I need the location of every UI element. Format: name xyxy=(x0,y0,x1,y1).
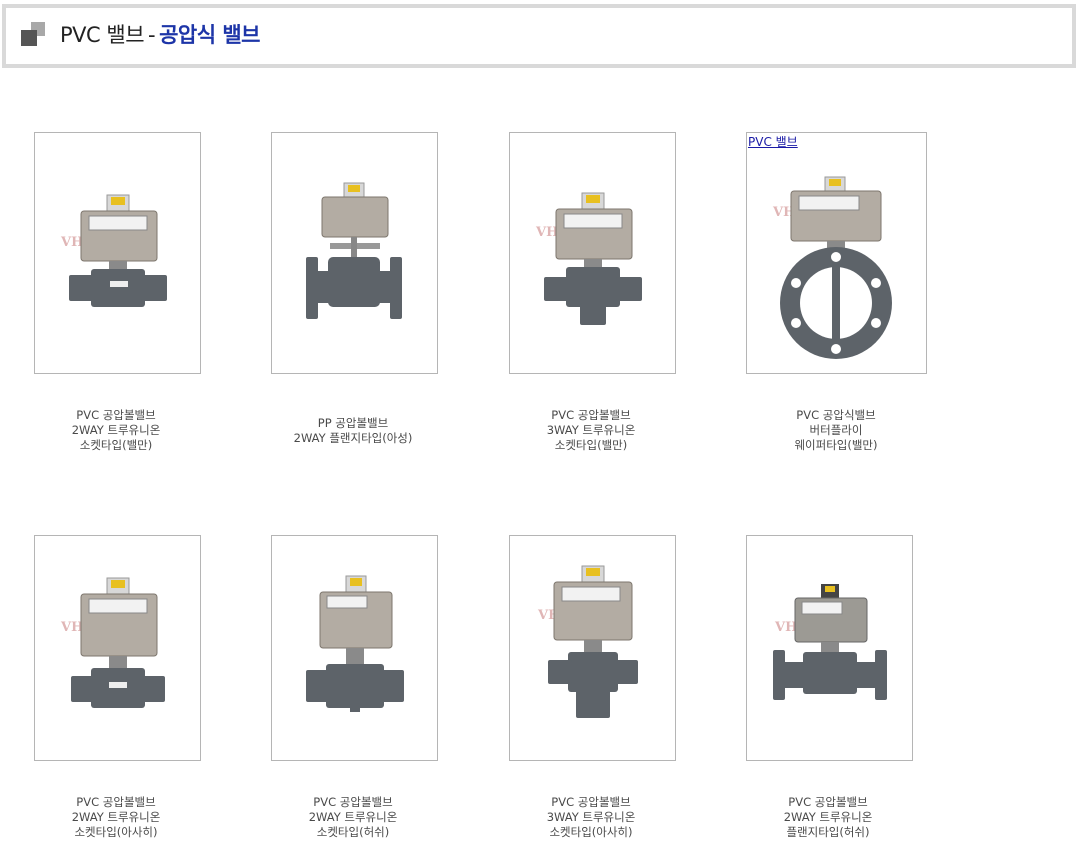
product-image-link[interactable]: VHman.com xyxy=(746,535,913,761)
product-image-link[interactable]: VHman.com PVC 밸브 xyxy=(746,132,927,374)
pvc-butterfly-valve-wafer-icon: VHman.com xyxy=(772,176,892,359)
pvc-ball-valve-2way-socket-icon xyxy=(306,575,404,712)
product-caption[interactable]: PVC 공압볼밸브 2WAY 트루유니온 소켓타입(밸만) xyxy=(6,408,226,453)
product-caption[interactable]: PVC 공압볼밸브 2WAY 트루유니온 플랜지타입(허쉬) xyxy=(718,795,938,840)
pvc-ball-valve-2way-socket-icon: VHman.com xyxy=(60,194,167,307)
product-image-link[interactable]: VHman.com xyxy=(509,535,676,761)
product-caption[interactable]: PVC 공압볼밸브 2WAY 트루유니온 소켓타입(아사히) xyxy=(6,795,226,840)
product-image-link[interactable] xyxy=(271,535,438,761)
page-title-bar: PVC 밸브 - 공압식 밸브 xyxy=(2,4,1076,68)
pvc-ball-valve-2way-socket-icon: VHman.com xyxy=(60,577,165,708)
product-image-link[interactable] xyxy=(271,132,438,374)
pvc-ball-valve-3way-socket-icon: VHman.com xyxy=(535,192,642,325)
product-caption[interactable]: PP 공압볼밸브 2WAY 플랜지타입(아성) xyxy=(243,416,463,446)
product-caption[interactable]: PVC 공압볼밸브 2WAY 트루유니온 소켓타입(허쉬) xyxy=(243,795,463,840)
title-category: PVC 밸브 xyxy=(60,23,145,47)
title-subcategory: 공압식 밸브 xyxy=(159,23,261,47)
title-square-icon xyxy=(21,22,47,48)
product-image-link[interactable]: VHman.com xyxy=(509,132,676,374)
product-caption[interactable]: PVC 공압식밸브 버터플라이 웨이퍼타입(밸만) xyxy=(726,408,946,453)
pvc-valve-link[interactable]: PVC 밸브 xyxy=(747,133,799,150)
product-caption[interactable]: PVC 공압볼밸브 3WAY 트루유니온 소켓타입(아사히) xyxy=(481,795,701,840)
product-image-link[interactable]: VHman.com xyxy=(34,535,201,761)
product-image-link[interactable]: VHman.com xyxy=(34,132,201,374)
title-separator: - xyxy=(148,23,156,47)
page-title: PVC 밸브 - 공압식 밸브 xyxy=(60,21,261,49)
product-caption[interactable]: PVC 공압볼밸브 3WAY 트루유니온 소켓타입(밸만) xyxy=(481,408,701,453)
pp-ball-valve-2way-flange-icon xyxy=(306,182,402,319)
pvc-ball-valve-2way-flange-icon: VHman.com xyxy=(773,584,887,700)
pvc-ball-valve-3way-socket-icon: VHman.com xyxy=(537,565,638,718)
